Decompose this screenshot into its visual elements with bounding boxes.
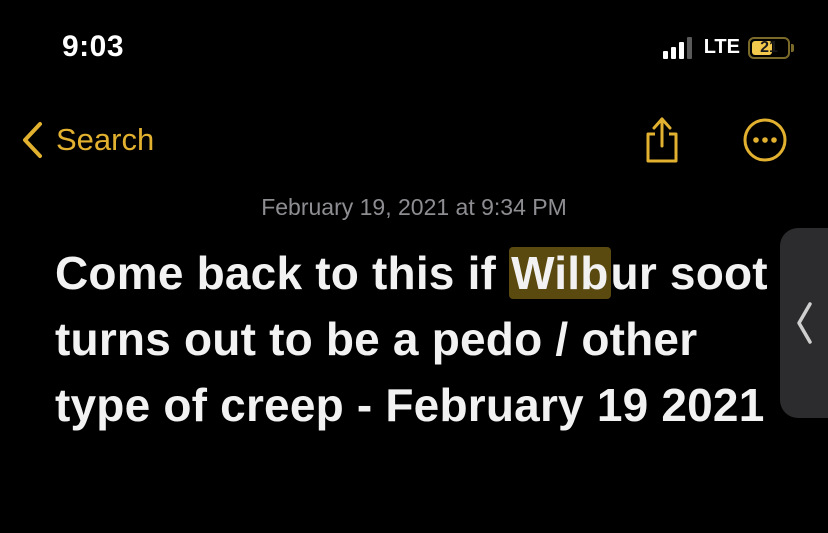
share-icon[interactable] bbox=[644, 116, 680, 164]
note-body[interactable]: Come back to this if Wilbur soot turns o… bbox=[55, 240, 770, 438]
note-text: Come back to this if bbox=[55, 247, 510, 299]
back-button-label: Search bbox=[56, 122, 155, 157]
note-date: February 19, 2021 at 9:34 PM bbox=[261, 194, 567, 220]
back-button[interactable]: Search bbox=[20, 120, 154, 160]
battery-icon: 21 bbox=[748, 36, 794, 59]
ellipsis-circle-icon[interactable] bbox=[742, 117, 788, 163]
network-type: LTE bbox=[703, 36, 740, 58]
battery-level: 21 bbox=[760, 38, 778, 56]
nav-actions bbox=[644, 116, 788, 164]
side-panel-handle[interactable] bbox=[780, 228, 828, 418]
notes-screen: 9:03 LTE 21 Search February 19, 2021 at … bbox=[0, 0, 828, 533]
signal-strength-icon bbox=[662, 36, 692, 59]
chevron-left-icon bbox=[23, 122, 42, 158]
chevron-left-icon bbox=[797, 302, 812, 344]
status-indicators: LTE 21 bbox=[662, 36, 794, 59]
status-time: 9:03 bbox=[62, 30, 125, 63]
search-highlight: Wilb bbox=[509, 247, 611, 299]
